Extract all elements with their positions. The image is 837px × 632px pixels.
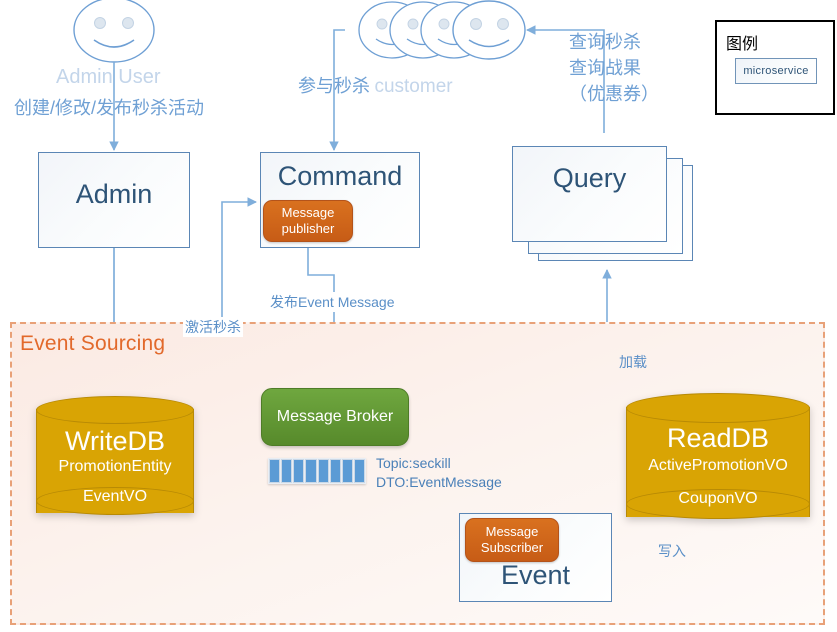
edge-label-write: 写入 (658, 543, 686, 559)
edge-label-load: 加载 (619, 354, 647, 370)
event-sourcing-label: Event Sourcing (20, 332, 166, 355)
message-broker-title: Message Broker (276, 408, 394, 425)
database-read-db[interactable]: ReadDB ActivePromotionVO CouponVO (626, 393, 810, 531)
database-read-db-name: ReadDB (666, 423, 770, 453)
service-box-query[interactable]: Query (512, 146, 667, 242)
service-box-admin[interactable]: Admin (38, 152, 190, 248)
broker-queue-icon (268, 458, 366, 484)
badge-message-publisher-line1: Message (281, 205, 335, 220)
badge-message-publisher[interactable]: Message publisher (263, 200, 353, 242)
badge-message-subscriber-line2: Subscriber (480, 540, 544, 555)
message-broker[interactable]: Message Broker (261, 388, 409, 446)
broker-topic-label: Topic:seckill (376, 455, 451, 471)
service-title-admin: Admin (75, 179, 153, 209)
broker-dto-label: DTO:EventMessage (376, 474, 502, 490)
legend-title: 图例 (726, 36, 759, 53)
database-write-db-sub2: EventVO (82, 488, 148, 505)
badge-message-publisher-line2: publisher (281, 221, 335, 236)
query-caption-line2: 查询战果 (569, 58, 641, 78)
badge-message-subscriber[interactable]: Message Subscriber (465, 518, 559, 562)
admin-user-label: Admin User (56, 66, 161, 88)
query-caption-line1: 查询秒杀 (569, 32, 641, 52)
badge-message-subscriber-line1: Message (485, 524, 539, 539)
smiley-face-icon-admin (73, 0, 155, 63)
service-title-event: Event (500, 560, 571, 590)
service-title-command: Command (277, 161, 403, 191)
query-caption-line3: （优惠券） (569, 84, 659, 104)
legend-item-microservice: microservice (735, 58, 817, 84)
edge-label-publish-event: 发布Event Message (268, 292, 397, 312)
service-title-query: Query (552, 163, 627, 193)
database-write-db-sub1: PromotionEntity (58, 458, 172, 475)
admin-user-action-label: 创建/修改/发布秒杀活动 (14, 98, 205, 118)
smiley-face-group-icon-customer (358, 0, 526, 60)
customer-label-wrap: 参与秒杀 customer (298, 76, 453, 97)
database-read-db-sub2: CouponVO (678, 490, 758, 507)
database-write-db[interactable]: WriteDB PromotionEntity EventVO (36, 396, 194, 526)
database-write-db-name: WriteDB (64, 426, 165, 456)
legend-item-label: microservice (743, 65, 809, 77)
database-read-db-sub1: ActivePromotionVO (648, 457, 788, 474)
edge-label-activate-seckill: 激活秒杀 (183, 317, 243, 337)
